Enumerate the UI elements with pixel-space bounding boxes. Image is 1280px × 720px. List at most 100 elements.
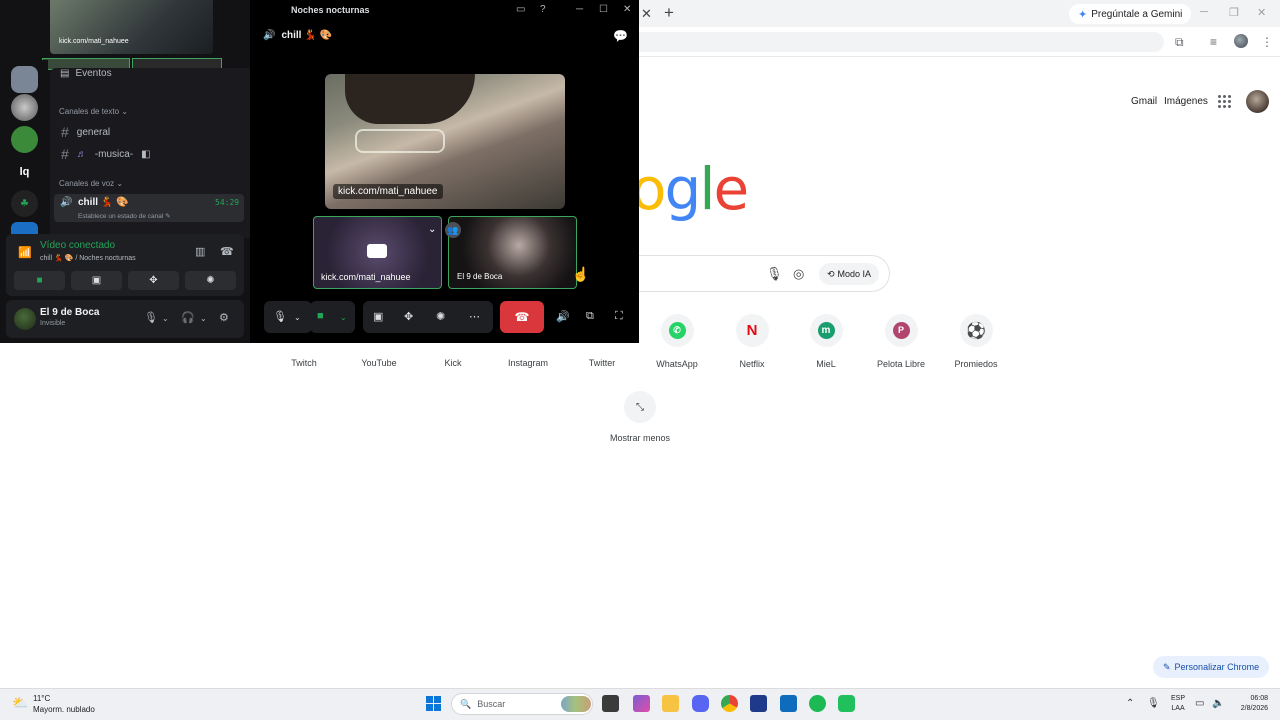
server-icon-6[interactable] <box>11 222 38 234</box>
close-window-icon[interactable]: ✕ <box>1257 6 1266 19</box>
shortcut-miel[interactable]: m MieL <box>788 314 864 369</box>
shortcut-instagram[interactable]: Instagram <box>490 358 566 368</box>
profile-avatar[interactable] <box>1234 34 1248 48</box>
ai-mode-button[interactable]: ⟲ Modo IA <box>819 263 880 285</box>
google-account-avatar[interactable] <box>1246 90 1269 113</box>
activities-button[interactable]: ✥ <box>128 271 179 290</box>
inbox-icon[interactable]: ▭ <box>516 4 525 15</box>
deafen-headphones-icon[interactable]: 🎧 <box>181 311 195 324</box>
restore-icon[interactable]: ❐ <box>1229 6 1239 19</box>
stream-preview-thumbnail[interactable] <box>50 0 213 54</box>
voice-channels-category[interactable]: Canales de voz ⌄ <box>59 179 123 188</box>
weather-description[interactable]: Mayorm. nublado <box>33 705 95 714</box>
file-explorer-icon[interactable] <box>662 695 679 712</box>
maximize-icon[interactable]: ☐ <box>599 4 608 15</box>
close-icon[interactable]: ✕ <box>623 4 631 15</box>
camera-chevron-icon[interactable]: ⌄ <box>340 313 347 322</box>
discord-taskbar-icon[interactable] <box>692 695 709 712</box>
microphone-icon[interactable]: 🎙 <box>273 310 287 323</box>
store-icon[interactable] <box>750 695 767 712</box>
volume-tray-icon[interactable]: 🔈 <box>1212 698 1224 709</box>
shortcut-youtube[interactable]: YouTube <box>341 358 417 368</box>
weather-cloud-icon[interactable]: ⛅ <box>12 695 28 711</box>
soundboard-button[interactable]: ✺ <box>185 271 236 290</box>
mute-mic-icon[interactable]: 🎙 <box>144 311 158 324</box>
voice-search-icon[interactable]: 🎙 <box>766 266 783 282</box>
outlook-icon[interactable] <box>780 695 797 712</box>
server-icon-5[interactable]: ☘ <box>11 190 38 217</box>
pop-out-icon[interactable]: ⧉ <box>586 310 594 323</box>
volume-icon[interactable]: 🔊 <box>556 310 570 323</box>
events-item[interactable]: ▤ Eventos <box>60 68 112 79</box>
noise-suppression-icon[interactable]: ▥ <box>195 245 205 258</box>
extensions-icon[interactable]: ⧉ <box>1175 35 1184 50</box>
leave-call-button[interactable]: ☎ <box>500 301 544 333</box>
media-queue-icon[interactable]: ≡ <box>1210 35 1217 49</box>
activity-icon[interactable]: ✥ <box>404 310 413 323</box>
soundboard-icon[interactable]: ✺ <box>436 310 445 323</box>
chrome-taskbar-icon[interactable] <box>721 695 738 712</box>
participants-icon[interactable]: 👥 <box>445 222 461 238</box>
new-tab-button[interactable]: + <box>664 3 674 23</box>
text-channels-category[interactable]: Canales de texto ⌄ <box>59 107 128 116</box>
show-hidden-icons-chevron-icon[interactable]: ⌃ <box>1126 698 1134 709</box>
minimize-icon[interactable]: ─ <box>1200 6 1208 18</box>
images-link[interactable]: Imágenes <box>1164 96 1208 107</box>
shortcut-netflix[interactable]: N Netflix <box>714 314 790 369</box>
disconnect-icon[interactable]: ☎ <box>220 245 234 258</box>
task-view-icon[interactable] <box>602 695 619 712</box>
google-apps-icon[interactable] <box>1218 95 1231 108</box>
connection-location[interactable]: chill 💃 🎨 / Noches nocturnas <box>40 254 136 262</box>
show-less-button[interactable]: ⤡ <box>624 391 656 423</box>
ask-gemini-button[interactable]: ✦ Pregúntale a Gemini <box>1069 4 1192 24</box>
app-icon[interactable] <box>838 695 855 712</box>
tray-mic-icon[interactable]: 🎙 <box>1147 698 1160 709</box>
video-camera-icon[interactable]: ■ <box>317 310 324 322</box>
input-language[interactable]: ESP LAA <box>1171 694 1185 714</box>
tab-close-icon[interactable]: ✕ <box>641 6 652 22</box>
signal-icon[interactable]: 📶 <box>18 246 32 259</box>
chat-bubble-icon[interactable]: 💬 <box>613 29 628 43</box>
audio-options-chevron-icon[interactable]: ⌄ <box>200 314 207 323</box>
mic-control-group <box>264 301 312 333</box>
windows-start-icon[interactable] <box>426 696 441 711</box>
share-screen-icon[interactable]: ▣ <box>373 310 383 323</box>
server-icon-1[interactable] <box>11 66 38 93</box>
mic-options-chevron-icon[interactable]: ⌄ <box>162 314 169 323</box>
user-name[interactable]: El 9 de Boca <box>40 307 99 318</box>
set-channel-status[interactable]: Establece un estado de canal ✎ <box>78 212 171 220</box>
spotify-icon[interactable] <box>809 695 826 712</box>
search-highlight-image[interactable] <box>561 696 591 712</box>
network-icon[interactable]: ▭ <box>1195 698 1204 709</box>
copilot-icon[interactable] <box>633 695 650 712</box>
help-icon[interactable]: ? <box>540 4 546 15</box>
system-clock[interactable]: 06:08 2/8/2026 <box>1230 694 1268 714</box>
server-icon-3[interactable] <box>11 126 38 153</box>
shortcut-pelota-libre[interactable]: P Pelota Libre <box>863 314 939 369</box>
show-less-label: Mostrar menos <box>609 433 671 443</box>
fullscreen-icon[interactable]: ⛶ <box>615 310 623 323</box>
weather-temperature[interactable]: 11°C <box>33 694 50 703</box>
server-icon-2[interactable] <box>11 94 38 121</box>
settings-gear-icon[interactable]: ⚙ <box>219 311 229 324</box>
shortcut-twitter[interactable]: Twitter <box>564 358 640 368</box>
channel-general[interactable]: # general <box>61 124 110 140</box>
address-bar[interactable] <box>639 32 1164 52</box>
more-options-icon[interactable]: ⋯ <box>469 310 480 323</box>
screen-share-button[interactable]: ▣ <box>71 271 122 290</box>
minimize-icon[interactable]: ─ <box>576 4 583 15</box>
mic-chevron-icon[interactable]: ⌄ <box>294 313 301 322</box>
customize-chrome-button[interactable]: ✎ Personalizar Chrome <box>1153 656 1270 678</box>
shortcut-promiedos[interactable]: ⚽ Promiedos <box>938 314 1014 369</box>
camera-toggle-button[interactable]: ■ <box>14 271 65 290</box>
server-icon-lq[interactable]: lq <box>11 158 38 185</box>
avatar[interactable] <box>14 308 36 330</box>
shortcut-whatsapp[interactable]: ✆ WhatsApp <box>639 314 715 369</box>
channel-musica[interactable]: # ♬ -musica- ◧ <box>61 146 151 162</box>
lens-icon[interactable]: ◎ <box>793 266 804 282</box>
shortcut-twitch[interactable]: Twitch <box>266 358 342 368</box>
tile-chevron-icon[interactable]: ⌄ <box>428 224 436 235</box>
chrome-menu-icon[interactable]: ⋮ <box>1261 35 1273 49</box>
shortcut-kick[interactable]: Kick <box>415 358 491 368</box>
gmail-link[interactable]: Gmail <box>1131 96 1157 107</box>
